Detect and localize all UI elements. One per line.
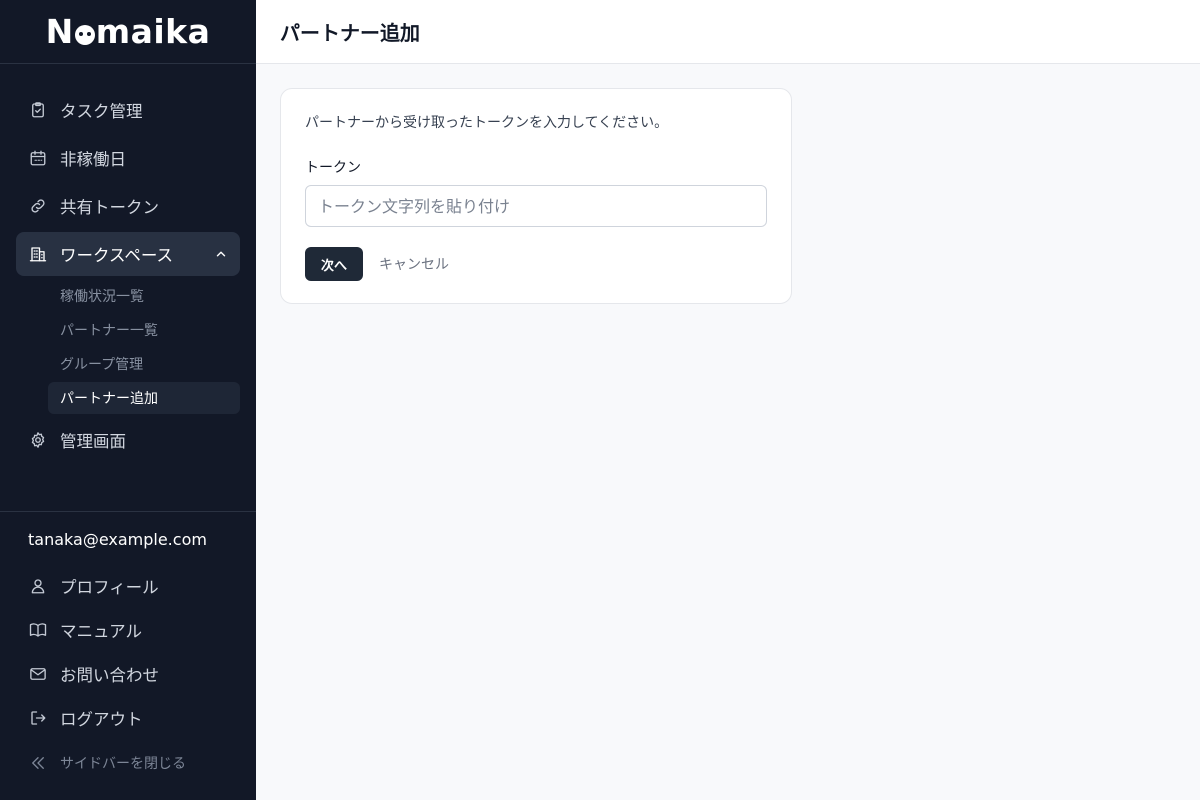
sidebar-item-label: 非稼働日 — [60, 150, 126, 169]
account-nav: プロフィール マニュアル お問い合わせ ログアウト サイドバーを閉じる — [0, 564, 256, 786]
clipboard-check-icon — [28, 100, 48, 120]
app-logo[interactable]: N maika — [46, 12, 211, 51]
sidebar-item-label: 共有トークン — [60, 198, 159, 217]
sidebar-item-contact[interactable]: お問い合わせ — [16, 652, 240, 696]
sidebar-item-label: お問い合わせ — [60, 666, 159, 685]
form-actions: 次へ キャンセル — [305, 247, 767, 281]
double-chevron-left-icon — [28, 753, 48, 773]
top-bar: パートナー追加 — [256, 0, 1200, 64]
logo-face-icon — [74, 24, 95, 45]
sidebar: N maika タスク管理 非稼働日 共有トークン ワークスペース 稼働状況一覧… — [0, 0, 256, 800]
collapse-sidebar-label: サイドバーを閉じる — [60, 756, 186, 772]
sidebar-subitem-groups[interactable]: グループ管理 — [48, 348, 240, 380]
sidebar-item-manual[interactable]: マニュアル — [16, 608, 240, 652]
sidebar-item-logout[interactable]: ログアウト — [16, 696, 240, 740]
logo-area: N maika — [0, 0, 256, 64]
book-icon — [28, 620, 48, 640]
building-icon — [28, 244, 48, 264]
sidebar-item-label: 管理画面 — [60, 432, 126, 451]
chevron-up-icon — [214, 247, 228, 261]
link-icon — [28, 196, 48, 216]
sidebar-item-holidays[interactable]: 非稼働日 — [16, 136, 240, 180]
add-partner-card: パートナーから受け取ったトークンを入力してください。 トークン 次へ キャンセル — [280, 88, 792, 304]
collapse-sidebar-button[interactable]: サイドバーを閉じる — [16, 740, 240, 786]
sidebar-footer: tanaka@example.com プロフィール マニュアル お問い合わせ ロ… — [0, 511, 256, 786]
sidebar-item-workspace[interactable]: ワークスペース — [16, 232, 240, 276]
calendar-icon — [28, 148, 48, 168]
sidebar-item-label: プロフィール — [60, 578, 159, 597]
page-title: パートナー追加 — [280, 21, 420, 45]
sidebar-subitem-status[interactable]: 稼働状況一覧 — [48, 280, 240, 312]
workspace-submenu: 稼働状況一覧 パートナー一覧 グループ管理 パートナー追加 — [16, 280, 240, 414]
sidebar-item-admin[interactable]: 管理画面 — [16, 418, 240, 462]
logo-text-end: maika — [95, 12, 211, 51]
logo-text-start: N — [45, 12, 74, 51]
sidebar-subitem-add-partner[interactable]: パートナー追加 — [48, 382, 240, 414]
cancel-button[interactable]: キャンセル — [379, 254, 449, 274]
user-email: tanaka@example.com — [28, 530, 207, 549]
sidebar-item-label: ログアウト — [60, 710, 143, 729]
sidebar-item-label: タスク管理 — [60, 102, 143, 121]
sidebar-subitem-partners[interactable]: パートナー一覧 — [48, 314, 240, 346]
logout-icon — [28, 708, 48, 728]
gear-icon — [28, 430, 48, 450]
form-description: パートナーから受け取ったトークンを入力してください。 — [305, 115, 669, 131]
sidebar-item-label: ワークスペース — [60, 246, 174, 265]
sidebar-item-tasks[interactable]: タスク管理 — [16, 88, 240, 132]
token-label: トークン — [305, 160, 361, 176]
sidebar-item-profile[interactable]: プロフィール — [16, 564, 240, 608]
sidebar-item-label: マニュアル — [60, 622, 143, 641]
token-input[interactable] — [305, 185, 767, 227]
sidebar-item-shared-tokens[interactable]: 共有トークン — [16, 184, 240, 228]
main-nav: タスク管理 非稼働日 共有トークン ワークスペース 稼働状況一覧 パートナー一覧… — [16, 88, 240, 466]
mail-icon — [28, 664, 48, 684]
user-icon — [28, 576, 48, 596]
next-button[interactable]: 次へ — [305, 247, 364, 281]
